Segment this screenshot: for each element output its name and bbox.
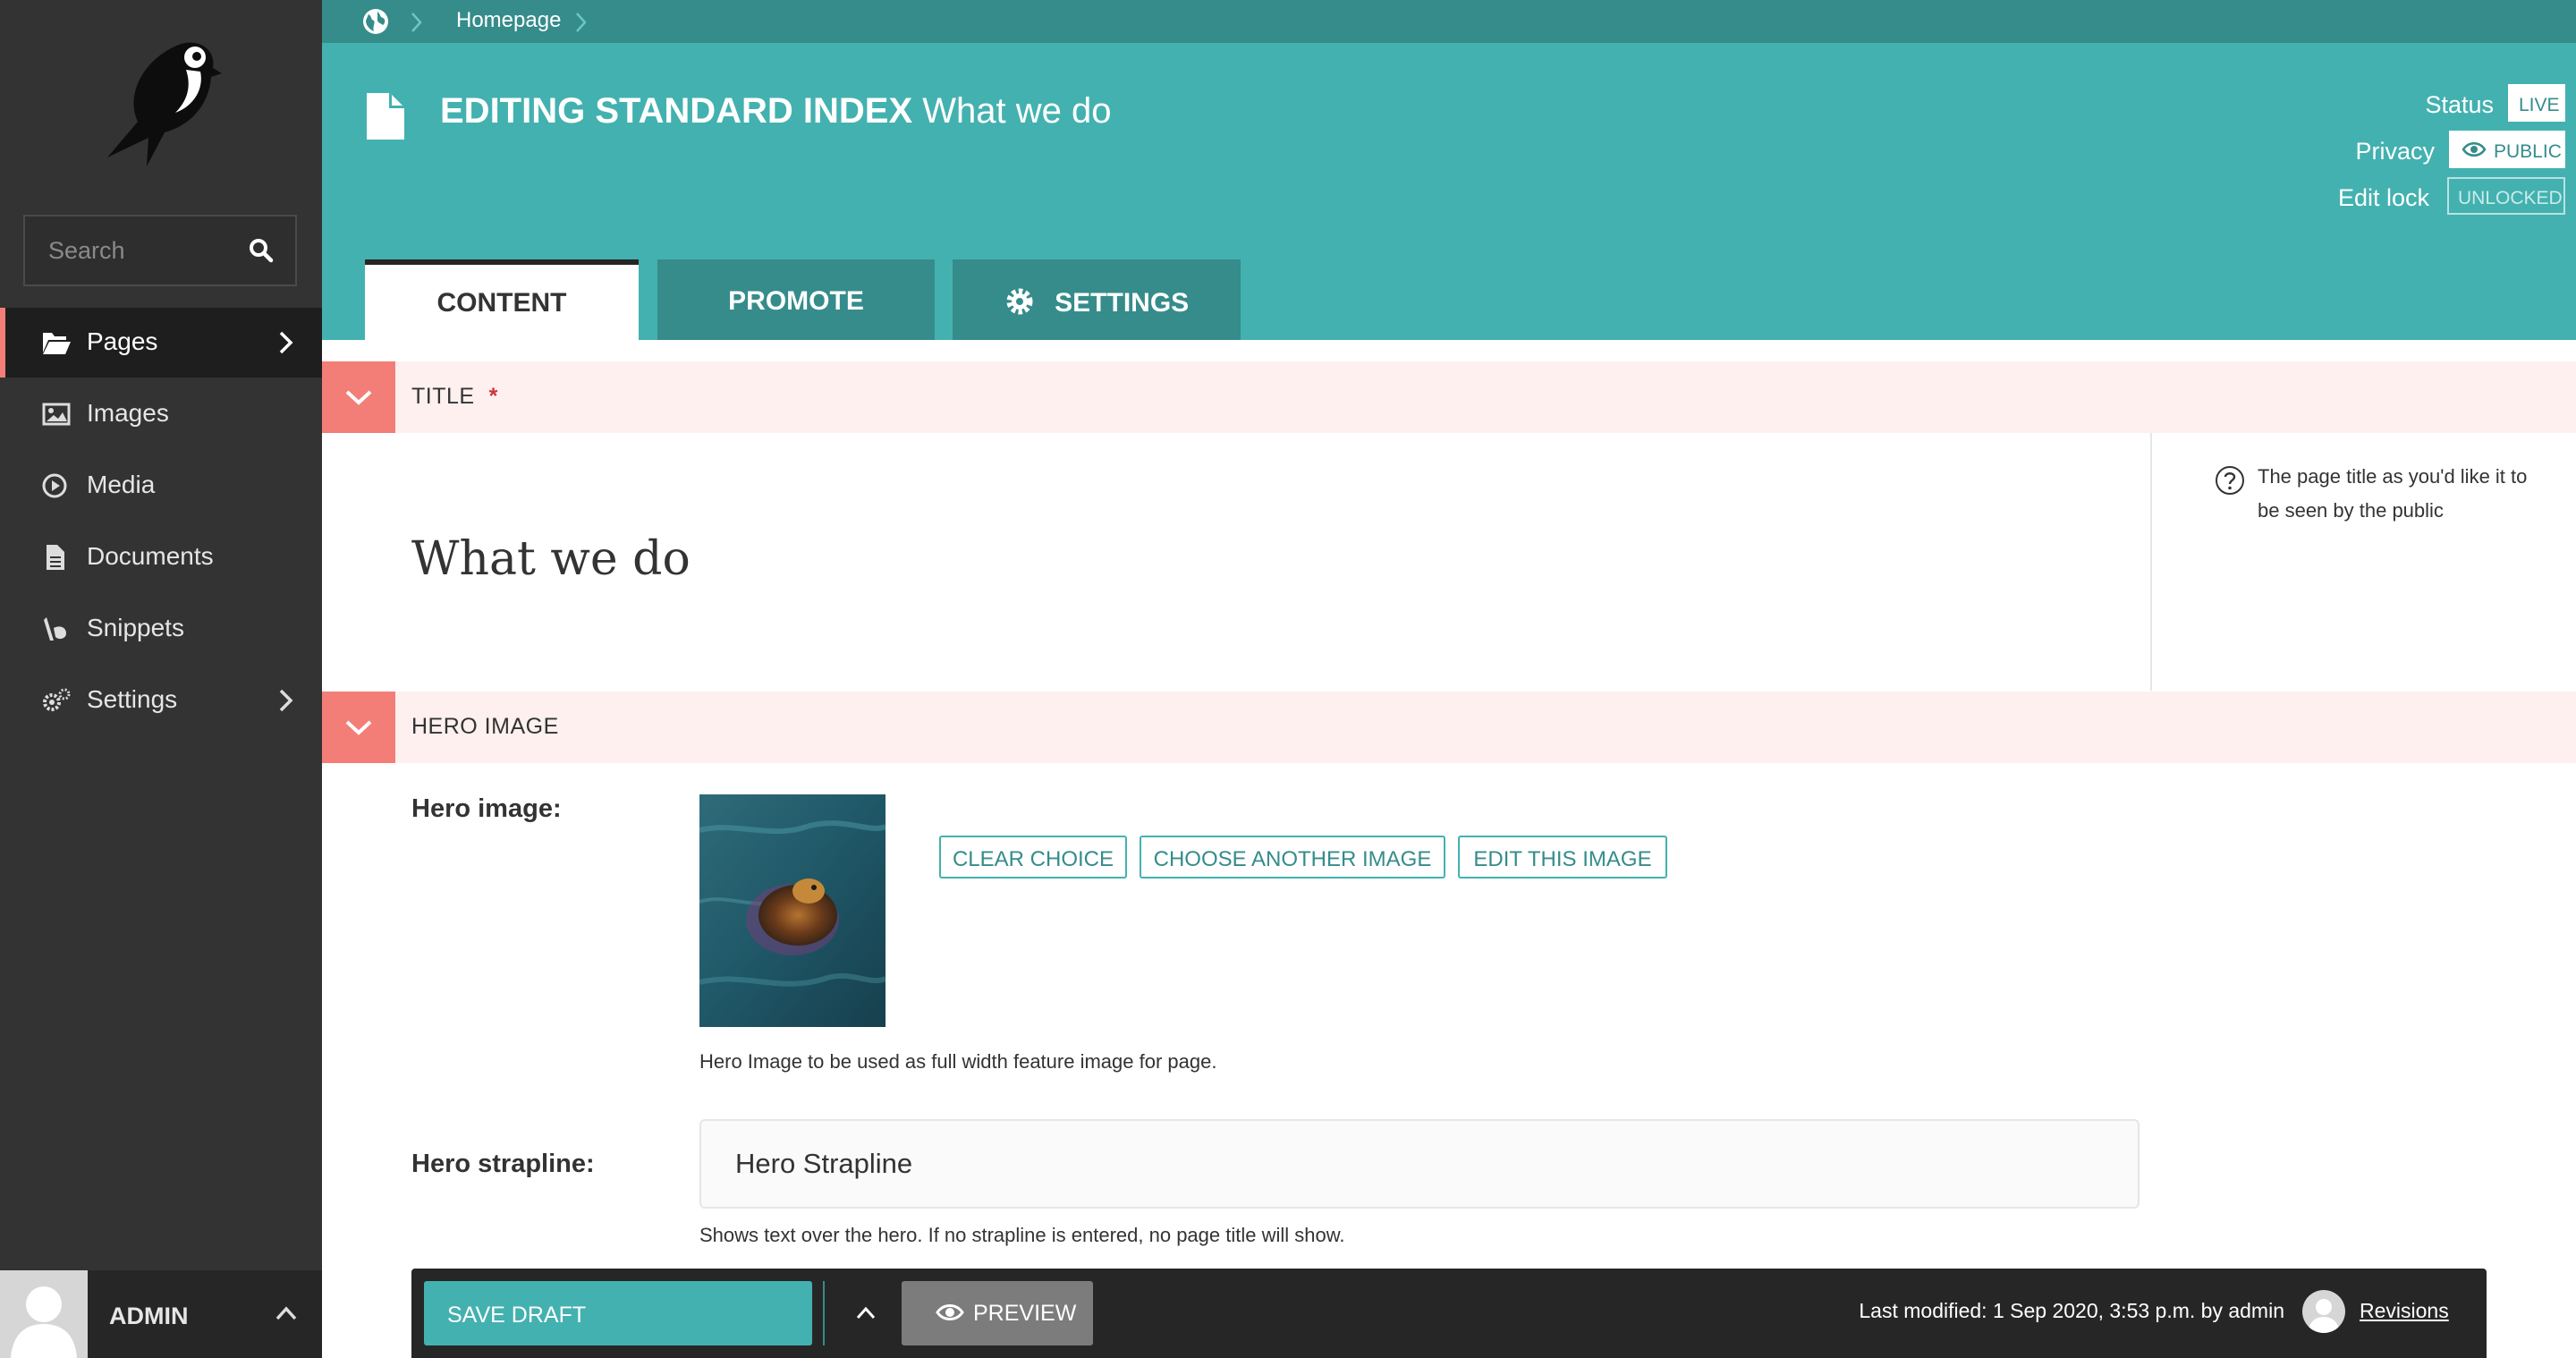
hero-strapline-label: Hero strapline: <box>411 1150 595 1178</box>
button-divider <box>823 1281 825 1345</box>
folder-open-icon <box>41 329 72 356</box>
sidebar-item-label: Documents <box>87 542 214 570</box>
tab-label: CONTENT <box>436 288 567 318</box>
chevron-up-icon <box>856 1306 876 1320</box>
breadcrumb: Homepage <box>322 0 2576 43</box>
chevron-down-icon <box>345 390 372 405</box>
tab-settings[interactable]: SETTINGS <box>953 259 1241 340</box>
hero-image-help-text: Hero Image to be used as full width feat… <box>699 1050 1217 1073</box>
page-title: EDITING STANDARD INDEX What we do <box>440 91 1112 132</box>
sidebar: Pages Images Media <box>0 0 322 1358</box>
tab-label: SETTINGS <box>1055 288 1190 318</box>
edit-this-image-button[interactable]: EDIT THIS IMAGE <box>1458 836 1667 878</box>
status-badge[interactable]: LIVE <box>2508 84 2565 122</box>
chevron-down-icon <box>345 720 372 735</box>
edit-lock-badge[interactable]: UNLOCKED <box>2447 177 2565 215</box>
edit-lock-row: Edit lock UNLOCKED <box>2207 177 2565 216</box>
section-heading: HERO IMAGE <box>411 714 559 739</box>
action-bar: SAVE DRAFT PREVIEW Last modified: 1 Sep … <box>411 1269 2487 1358</box>
title-help-text: The page title as you'd like it to be se… <box>2258 465 2528 522</box>
page-name: What we do <box>922 91 1112 131</box>
account-menu[interactable]: ADMIN <box>0 1270 322 1358</box>
last-modified-text: Last modified: 1 Sep 2020, 3:53 p.m. by … <box>1859 1299 2284 1322</box>
sidebar-item-settings[interactable]: Settings <box>0 666 322 735</box>
help-icon <box>2215 465 2245 496</box>
eye-icon <box>936 1303 964 1328</box>
choose-another-image-button[interactable]: CHOOSE ANOTHER IMAGE <box>1140 836 1445 878</box>
hero-image-label: Hero image: <box>411 794 562 823</box>
sidebar-item-label: Media <box>87 471 156 498</box>
clear-choice-button[interactable]: CLEAR CHOICE <box>939 836 1127 878</box>
sidebar-item-pages[interactable]: Pages <box>0 308 322 378</box>
eye-icon <box>2462 141 2487 163</box>
avatar <box>0 1270 88 1358</box>
account-name: ADMIN <box>109 1303 189 1329</box>
section-heading: TITLE <box>411 384 475 409</box>
sidebar-item-documents[interactable]: Documents <box>0 522 322 592</box>
breadcrumb-separator-icon <box>410 11 424 34</box>
tab-promote[interactable]: PROMOTE <box>657 259 935 340</box>
tab-content[interactable]: CONTENT <box>365 259 639 340</box>
required-marker: * <box>488 384 498 409</box>
section-hero-header: HERO IMAGE <box>322 692 2576 763</box>
image-icon <box>41 401 72 428</box>
search-icon[interactable] <box>249 238 275 265</box>
save-draft-button[interactable]: SAVE DRAFT <box>424 1281 876 1345</box>
status-row: Status LIVE <box>2207 84 2565 123</box>
breadcrumb-separator-icon <box>574 11 589 34</box>
sidebar-item-label: Images <box>87 399 169 427</box>
sidebar-item-snippets[interactable]: Snippets <box>0 594 322 664</box>
sidebar-item-label: Pages <box>87 327 158 355</box>
collapse-toggle[interactable] <box>322 361 395 433</box>
edit-lock-label: Edit lock <box>2337 184 2429 211</box>
preview-button[interactable]: PREVIEW <box>902 1281 1093 1345</box>
chevron-right-icon <box>277 329 295 356</box>
privacy-value: PUBLIC <box>2494 141 2562 162</box>
breadcrumb-homepage[interactable]: Homepage <box>456 8 561 33</box>
preview-label: PREVIEW <box>973 1301 1077 1326</box>
page-header: Homepage EDITING STANDARD INDEX What we … <box>322 0 2576 340</box>
section-title-header: TITLE * <box>322 361 2576 433</box>
snippet-icon <box>41 615 72 642</box>
hero-strapline-input[interactable] <box>699 1119 2140 1209</box>
search-box <box>23 215 297 286</box>
page-type-label: EDITING STANDARD INDEX <box>440 91 913 131</box>
revisions-link[interactable]: Revisions <box>2360 1299 2449 1323</box>
globe-icon[interactable] <box>361 7 390 36</box>
privacy-badge[interactable]: PUBLIC <box>2449 131 2565 168</box>
page-document-icon <box>365 91 406 141</box>
gear-icon <box>1004 286 1035 317</box>
more-actions-toggle[interactable] <box>835 1281 896 1345</box>
cogs-icon <box>41 687 72 714</box>
chevron-up-icon[interactable] <box>274 1303 299 1324</box>
help-divider <box>2150 433 2152 691</box>
tab-label: PROMOTE <box>728 286 864 316</box>
title-field[interactable]: What we do <box>411 532 691 586</box>
sidebar-item-label: Snippets <box>87 614 184 641</box>
privacy-label: Privacy <box>2355 138 2435 165</box>
avatar <box>2302 1290 2345 1333</box>
hero-image-thumbnail[interactable] <box>699 794 886 1027</box>
search-input[interactable] <box>25 216 240 284</box>
wagtail-logo[interactable] <box>98 32 224 175</box>
sidebar-item-label: Settings <box>87 685 178 713</box>
media-play-icon <box>41 472 72 499</box>
sidebar-item-media[interactable]: Media <box>0 451 322 521</box>
collapse-toggle[interactable] <box>322 692 395 763</box>
sidebar-item-images[interactable]: Images <box>0 379 322 449</box>
status-label: Status <box>2425 91 2494 118</box>
hero-strapline-help-text: Shows text over the hero. If no straplin… <box>699 1224 1345 1246</box>
privacy-row: Privacy PUBLIC <box>2207 131 2565 170</box>
section-title: TITLE * <box>411 384 498 410</box>
document-icon <box>41 544 72 571</box>
chevron-right-icon <box>277 687 295 714</box>
save-draft-label: SAVE DRAFT <box>447 1303 587 1328</box>
